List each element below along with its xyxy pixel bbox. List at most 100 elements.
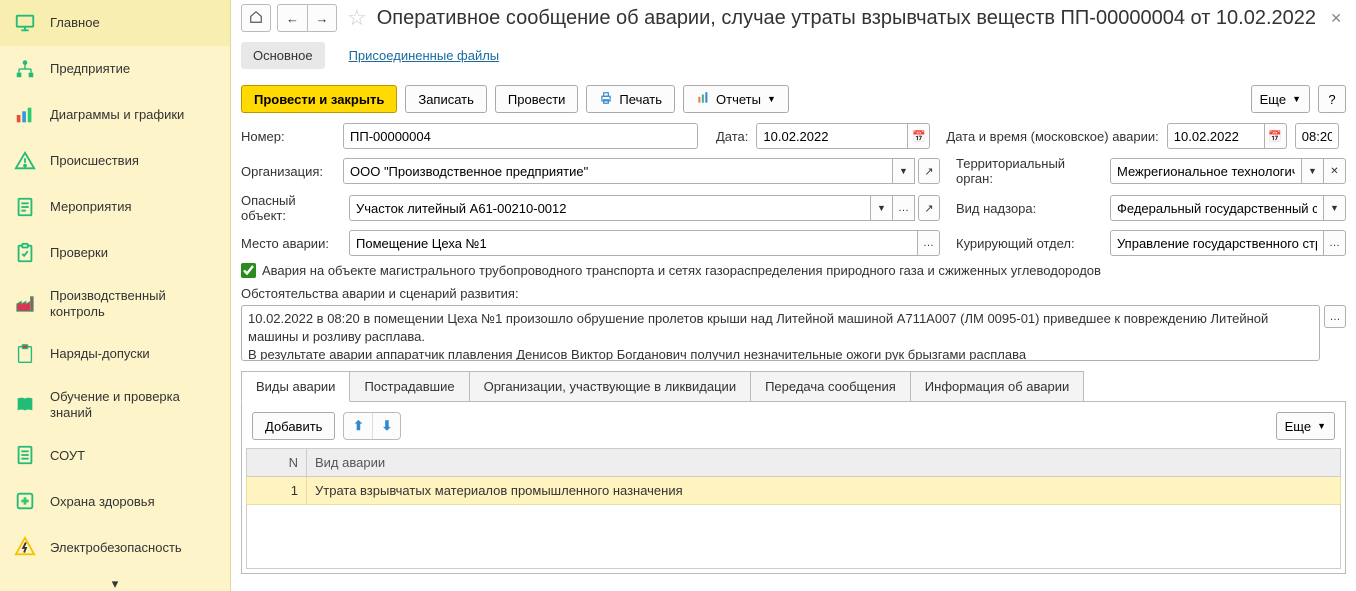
help-button[interactable]: ? (1318, 85, 1346, 113)
cell-type: Утрата взрывчатых материалов промышленно… (307, 477, 1341, 505)
subtab-orgs[interactable]: Организации, участвующие в ликвидации (469, 371, 751, 401)
hazard-label: Опасный объект: (241, 193, 341, 223)
show-all-button[interactable]: … (1324, 230, 1346, 256)
col-n[interactable]: N (247, 449, 307, 477)
hazard-field[interactable] (349, 195, 871, 221)
home-icon (249, 10, 263, 27)
tab-files[interactable]: Присоединенные файлы (337, 42, 512, 69)
subtab-info[interactable]: Информация об аварии (910, 371, 1084, 401)
home-button[interactable] (241, 4, 271, 32)
chevron-down-icon: ▼ (1330, 203, 1339, 213)
dropdown-button[interactable]: ▼ (893, 158, 915, 184)
sidebar-item-label: Главное (50, 15, 100, 31)
x-icon: ✕ (1330, 166, 1338, 177)
sidebar-item-training[interactable]: Обучение и проверка знаний (0, 377, 230, 432)
medical-cross-icon (14, 490, 36, 512)
dept-field[interactable] (1110, 230, 1324, 256)
dropdown-button[interactable]: ▼ (1324, 195, 1346, 221)
arrow-left-icon: ← (286, 11, 299, 26)
org-field[interactable] (343, 158, 893, 184)
number-field[interactable] (343, 123, 698, 149)
place-field[interactable] (349, 230, 918, 256)
accident-time-field[interactable] (1295, 123, 1339, 149)
dept-label: Курирующий отдел: (956, 236, 1102, 251)
forward-button[interactable]: → (307, 4, 337, 32)
sidebar-item-permits[interactable]: Наряды-допуски (0, 331, 230, 377)
open-button[interactable]: ↗ (918, 158, 940, 184)
calendar-button[interactable]: 📅 (1265, 123, 1287, 149)
post-button[interactable]: Провести (495, 85, 579, 113)
accident-date-field[interactable] (1167, 123, 1265, 149)
save-button[interactable]: Записать (405, 85, 487, 113)
back-button[interactable]: ← (277, 4, 307, 32)
print-label: Печать (619, 92, 662, 107)
subtab-accident-types[interactable]: Виды аварии (241, 371, 350, 402)
sidebar-item-sout[interactable]: СОУТ (0, 432, 230, 478)
date-field[interactable] (756, 123, 908, 149)
favorite-star-icon[interactable]: ☆ (343, 5, 371, 31)
ellipsis-icon: … (923, 237, 934, 249)
print-button[interactable]: Печать (586, 85, 675, 113)
move-up-button[interactable]: ⬆ (344, 413, 372, 439)
sidebar-item-label: Обучение и проверка знаний (50, 389, 216, 420)
sidebar-item-label: Охрана здоровья (50, 494, 155, 510)
sidebar-item-activities[interactable]: Мероприятия (0, 184, 230, 230)
sidebar-item-label: СОУТ (50, 448, 85, 464)
more-button[interactable]: Еще ▼ (1251, 85, 1310, 113)
terr-field[interactable] (1110, 158, 1302, 184)
calendar-button[interactable]: 📅 (908, 123, 930, 149)
open-icon: ↗ (924, 165, 933, 178)
form-area: Номер: Дата: 📅 Дата и время (московское)… (231, 123, 1356, 574)
move-down-button[interactable]: ⬇ (372, 413, 400, 439)
sidebar-item-main[interactable]: Главное (0, 0, 230, 46)
tab-content: Добавить ⬆ ⬇ Еще ▼ N Вид аварии (241, 402, 1346, 574)
open-button[interactable]: ↗ (918, 195, 940, 221)
open-icon: ↗ (924, 202, 933, 215)
reports-button[interactable]: Отчеты ▼ (683, 85, 789, 113)
sidebar-collapse[interactable]: ▾ (0, 570, 230, 591)
subtab-victims[interactable]: Пострадавшие (349, 371, 469, 401)
reports-label: Отчеты (716, 92, 761, 107)
sub-tabs: Виды аварии Пострадавшие Организации, уч… (241, 371, 1346, 402)
monitor-icon (14, 12, 36, 34)
sidebar-item-incidents[interactable]: Происшествия (0, 138, 230, 184)
more-label: Еще (1285, 419, 1311, 434)
book-icon (14, 394, 36, 416)
show-all-button[interactable]: … (918, 230, 940, 256)
sidebar-item-checks[interactable]: Проверки (0, 230, 230, 276)
chevron-down-icon: ▼ (899, 166, 908, 176)
post-and-close-button[interactable]: Провести и закрыть (241, 85, 397, 113)
clear-button[interactable]: ✕ (1324, 158, 1346, 184)
arrow-right-icon: → (316, 11, 329, 26)
show-all-button[interactable]: … (893, 195, 915, 221)
sidebar: Главное Предприятие Диаграммы и графики … (0, 0, 231, 591)
ellipsis-icon: … (1329, 237, 1340, 249)
dropdown-button[interactable]: ▼ (1302, 158, 1324, 184)
main-content: ← → ☆ Оперативное сообщение об аварии, с… (231, 0, 1356, 591)
calendar-icon: 📅 (912, 130, 926, 143)
col-type[interactable]: Вид аварии (307, 449, 1341, 477)
date-label: Дата: (716, 129, 748, 144)
tab-more-button[interactable]: Еще ▼ (1276, 412, 1335, 440)
add-button[interactable]: Добавить (252, 412, 335, 440)
sidebar-item-charts[interactable]: Диаграммы и графики (0, 92, 230, 138)
chevron-down-icon: ▼ (1292, 94, 1301, 104)
pipeline-accident-checkbox[interactable] (241, 263, 256, 278)
ellipsis-icon: … (898, 202, 909, 214)
subtab-transmission[interactable]: Передача сообщения (750, 371, 911, 401)
sidebar-item-prod-control[interactable]: Производственный контроль (0, 276, 230, 331)
sidebar-item-enterprise[interactable]: Предприятие (0, 46, 230, 92)
circumstances-textarea[interactable]: 10.02.2022 в 08:20 в помещении Цеха №1 п… (241, 305, 1320, 361)
expand-button[interactable]: … (1324, 305, 1346, 328)
dropdown-button[interactable]: ▼ (871, 195, 893, 221)
sidebar-item-label: Производственный контроль (50, 288, 216, 319)
sidebar-item-label: Предприятие (50, 61, 130, 77)
supervision-field[interactable] (1110, 195, 1324, 221)
close-button[interactable]: ✕ (1326, 10, 1346, 27)
chevron-down-icon: ▼ (1317, 421, 1326, 431)
sidebar-item-electrical[interactable]: Электробезопасность (0, 524, 230, 570)
cell-n: 1 (247, 477, 307, 505)
tab-main[interactable]: Основное (241, 42, 325, 69)
table-row[interactable]: 1 Утрата взрывчатых материалов промышлен… (247, 477, 1341, 505)
sidebar-item-health[interactable]: Охрана здоровья (0, 478, 230, 524)
